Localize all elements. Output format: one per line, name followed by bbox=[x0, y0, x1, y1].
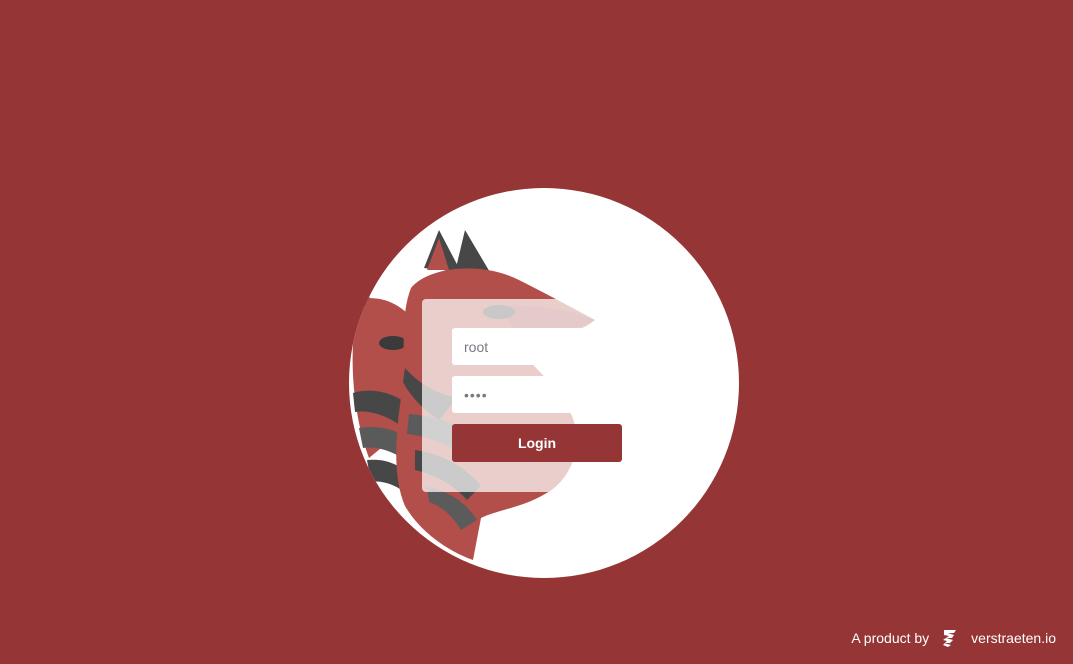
verstraeten-logo-icon[interactable] bbox=[939, 627, 961, 649]
footer-prefix: A product by bbox=[851, 630, 930, 646]
username-input[interactable] bbox=[452, 328, 622, 365]
brand-link[interactable]: verstraeten.io bbox=[971, 630, 1056, 646]
login-page: Login A product by verstraeten.io bbox=[0, 0, 1073, 664]
front-fox-ear-right bbox=[455, 230, 491, 274]
login-button[interactable]: Login bbox=[452, 424, 622, 462]
back-fox-eye bbox=[379, 336, 407, 350]
password-input[interactable] bbox=[452, 376, 622, 413]
footer-credit: A product by verstraeten.io bbox=[851, 627, 1056, 649]
